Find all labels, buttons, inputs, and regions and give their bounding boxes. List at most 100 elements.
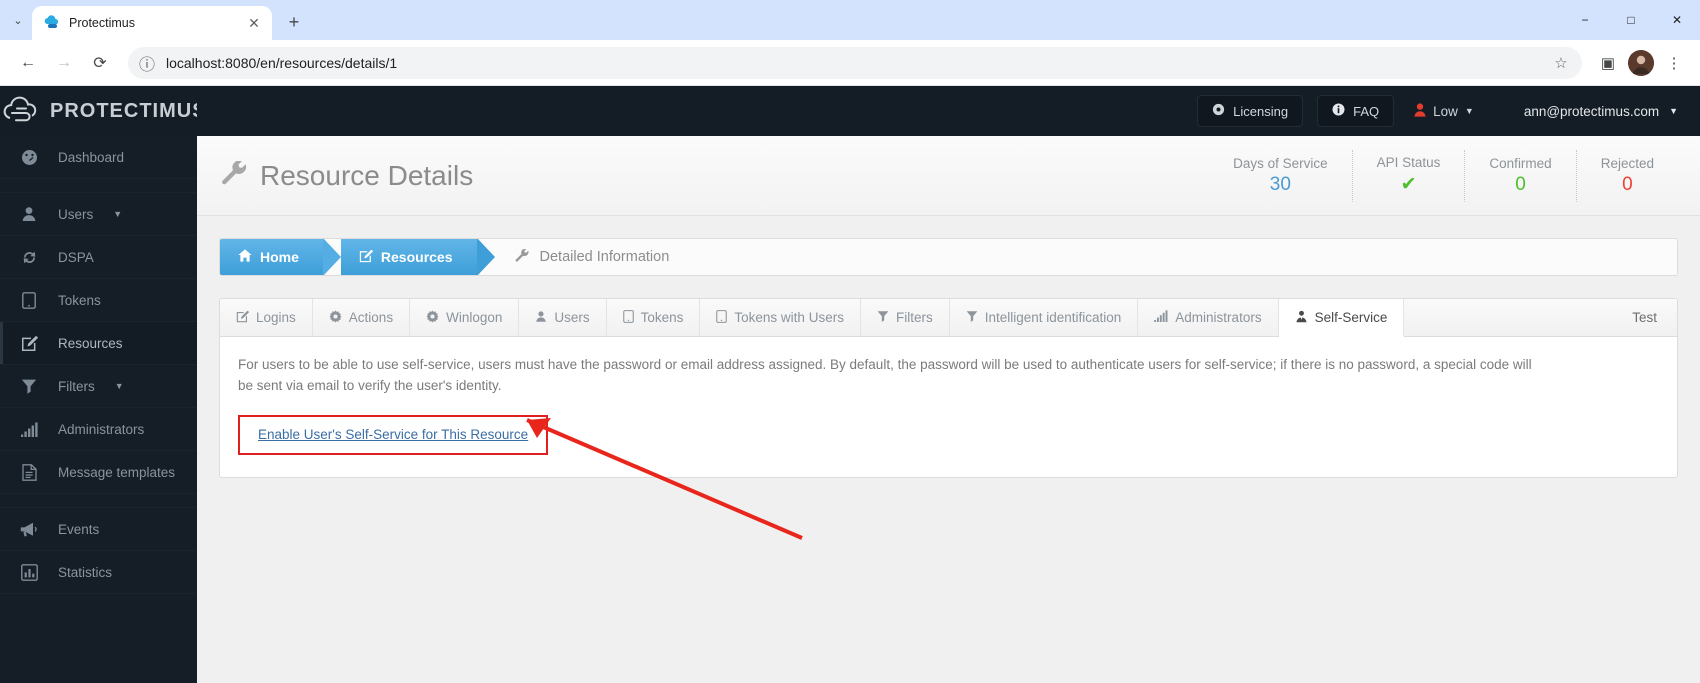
stat-label: Days of Service [1233, 155, 1328, 171]
tab-logins[interactable]: Logins [220, 299, 313, 336]
bar-chart-icon [18, 422, 40, 437]
stat-label: Rejected [1600, 155, 1654, 171]
bookmark-star-icon[interactable]: ☆ [1550, 54, 1572, 72]
sidebar-item-resources[interactable]: Resources [0, 322, 197, 365]
reload-icon[interactable]: ⟳ [84, 47, 116, 79]
browser-tab-title: Protectimus [69, 16, 135, 30]
risk-level-dropdown[interactable]: Low ▼ [1408, 102, 1480, 120]
tab-tokens-with-users[interactable]: Tokens with Users [700, 299, 861, 336]
avatar[interactable] [1628, 49, 1654, 76]
sidebar-item-label: Resources [58, 335, 123, 351]
tab-actions[interactable]: Actions [313, 299, 411, 336]
tab-intelligent-identification[interactable]: Intelligent identification [950, 299, 1139, 336]
page-body: Home Resources Detailed Information Logi… [197, 216, 1700, 683]
self-service-panel: Logins Actions Winlogon Users Tokens Tok… [219, 298, 1678, 478]
sidebar-item-label: Dashboard [58, 149, 125, 165]
sidebar-divider [0, 179, 197, 193]
new-tab-icon[interactable]: + [280, 8, 308, 36]
close-icon[interactable]: ✕ [244, 13, 264, 33]
tab-label: Logins [256, 310, 296, 325]
user-risk-icon [1414, 102, 1426, 120]
breadcrumb-current-label: Detailed Information [539, 249, 670, 265]
check-icon: ✔ [1400, 174, 1417, 195]
funnel-icon [18, 378, 40, 394]
self-service-description: For users to be able to use self-service… [238, 357, 1532, 393]
tab-administrators[interactable]: Administrators [1138, 299, 1279, 336]
stat-value: 0 [1622, 173, 1633, 195]
tab-label: Winlogon [446, 310, 503, 325]
sidebar-item-administrators[interactable]: Administrators [0, 408, 197, 451]
sidebar-item-label: Statistics [58, 564, 113, 580]
sidebar-item-filters[interactable]: Filters ▼ [0, 365, 197, 408]
tab-label: Intelligent identification [984, 310, 1122, 325]
sync-icon [18, 249, 40, 266]
dashboard-gauge-icon [18, 149, 40, 166]
sidebar-item-statistics[interactable]: Statistics [0, 551, 197, 594]
browser-tab[interactable]: Protectimus ✕ [32, 6, 272, 40]
tablet-icon [18, 291, 40, 309]
application-root: PROTECTIMUS Dashboard Users ▼ DSPA Token… [0, 86, 1700, 683]
sidebar-divider [0, 494, 197, 508]
breadcrumb-home[interactable]: Home [220, 239, 341, 275]
tab-label: Tokens with Users [734, 310, 844, 325]
home-icon [238, 249, 252, 265]
self-service-body: For users to be able to use self-service… [220, 337, 1677, 477]
header-stats: Days of Service 30 API Status ✔ Confirme… [1209, 149, 1678, 202]
toolbar-right-actions: ▣ ⋮ [1594, 49, 1688, 77]
window-close-icon[interactable]: ✕ [1654, 0, 1700, 40]
enable-self-service-link[interactable]: Enable User's Self-Service for This Reso… [258, 427, 528, 442]
tab-filters[interactable]: Filters [861, 299, 950, 336]
back-icon[interactable]: ← [12, 47, 44, 79]
sidebar-item-events[interactable]: Events [0, 508, 197, 551]
brand-logo-area[interactable]: PROTECTIMUS [0, 86, 206, 136]
tab-test-label[interactable]: Test [1404, 299, 1677, 336]
tab-users[interactable]: Users [519, 299, 607, 336]
tab-label: Self-Service [1314, 310, 1388, 325]
tab-winlogon[interactable]: Winlogon [410, 299, 520, 336]
stat-label: Confirmed [1489, 155, 1552, 171]
megaphone-icon [18, 522, 40, 537]
stat-days-of-service: Days of Service 30 [1209, 150, 1352, 202]
side-panel-icon[interactable]: ▣ [1594, 49, 1622, 77]
document-icon [18, 463, 40, 481]
breadcrumb-home-label: Home [260, 249, 299, 265]
breadcrumb-resources[interactable]: Resources [340, 239, 495, 275]
user-account-menu[interactable]: ann@protectimus.com ▼ [1524, 104, 1678, 119]
info-circle-icon [1332, 103, 1345, 119]
minimize-icon[interactable]: − [1562, 0, 1608, 40]
maximize-icon[interactable]: □ [1608, 0, 1654, 40]
page-title-text: Resource Details [260, 159, 474, 191]
gear-icon [426, 310, 439, 326]
licensing-button[interactable]: Licensing [1197, 95, 1304, 127]
enable-self-service-highlight: Enable User's Self-Service for This Reso… [238, 414, 549, 455]
user-tie-icon [1295, 310, 1308, 326]
tab-self-service[interactable]: Self-Service [1278, 299, 1405, 337]
statistics-chart-icon [18, 563, 40, 581]
address-bar[interactable]: ⓘ localhost:8080/en/resources/details/1 … [128, 46, 1582, 79]
browser-menu-icon[interactable]: ⋮ [1660, 49, 1688, 77]
stat-value: 30 [1269, 173, 1291, 195]
wrench-icon [221, 159, 247, 191]
sidebar-item-dspa[interactable]: DSPA [0, 236, 197, 279]
sidebar-item-dashboard[interactable]: Dashboard [0, 136, 197, 179]
brand-name: PROTECTIMUS [50, 99, 207, 122]
stat-rejected: Rejected 0 [1575, 149, 1678, 202]
sidebar-item-message-templates[interactable]: Message templates [0, 451, 197, 494]
tab-search-icon[interactable]: ⌄ [4, 5, 32, 35]
sidebar-item-label: DSPA [58, 249, 94, 265]
faq-button[interactable]: FAQ [1317, 95, 1395, 127]
sidebar-item-label: Filters [58, 378, 95, 394]
sidebar-item-tokens[interactable]: Tokens [0, 279, 197, 322]
forward-icon[interactable]: → [48, 47, 80, 79]
sidebar-item-users[interactable]: Users ▼ [0, 193, 197, 236]
sidebar: PROTECTIMUS Dashboard Users ▼ DSPA Token… [0, 86, 206, 683]
stat-api-status: API Status ✔ [1351, 149, 1465, 202]
user-icon [18, 206, 40, 222]
protectimus-favicon-icon [44, 15, 60, 31]
breadcrumb: Home Resources Detailed Information [219, 238, 1678, 276]
tab-tokens[interactable]: Tokens [607, 299, 701, 336]
edit-square-icon [359, 249, 373, 266]
chevron-down-icon: ▼ [1464, 106, 1474, 116]
site-info-icon[interactable]: ⓘ [138, 54, 156, 74]
page-header: Resource Details Days of Service 30 API … [197, 136, 1700, 216]
